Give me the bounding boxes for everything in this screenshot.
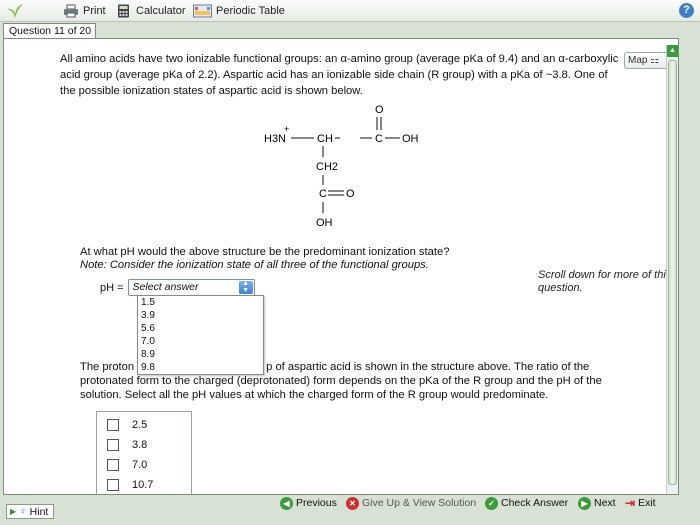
ph-answer-row: pH = Select answer ▲ ▼ [100,279,255,296]
checkbox-option[interactable]: 10.7 [107,479,153,491]
ph-dropdown-list[interactable]: 1.5 3.9 5.6 7.0 8.9 9.8 [137,295,264,375]
bottom-toolbar: ▶ ♀ Hint ◀ Previous ✕ Give Up & View Sol… [0,495,700,525]
check-icon: ✓ [485,496,498,510]
aspartic-acid-structure: O H3N + CH C OH CH2 C O OH [264,99,444,234]
give-up-button[interactable]: ✕ Give Up & View Solution [346,496,476,510]
checkbox-option[interactable]: 2.5 [107,419,147,431]
top-toolbar: Print Calculator Periodic Table ? [0,0,700,22]
map-button[interactable]: Map ⚏ [624,52,670,69]
ph-option[interactable]: 5.6 [138,322,263,335]
structure-top-o: O [375,104,384,116]
structure-c-side: C [319,188,327,200]
ph-select[interactable]: Select answer ▲ ▼ [127,279,255,296]
app-logo-icon [7,4,23,18]
question-content: All amino acids have two ionizable funct… [3,38,679,495]
question-1-text: At what pH would the above structure be … [80,246,450,258]
print-button[interactable]: Print [63,3,106,19]
exit-label: Exit [638,497,656,509]
exit-door-icon: ⇥ [625,496,636,510]
checkbox-label: 3.8 [132,439,148,451]
ph-label: pH = [100,281,124,294]
hint-arrow-icon: ▶ [10,507,17,516]
ph-checkbox-group: 2.5 3.8 7.0 10.7 [96,411,192,494]
checkbox[interactable] [107,439,119,451]
question-2-text-left: The proton [80,361,135,373]
periodic-table-icon [193,4,212,18]
checkbox-label: 7.0 [132,459,148,471]
map-label: Map [628,55,648,66]
ph-option[interactable]: 9.8 [138,361,263,374]
previous-button[interactable]: ◀ Previous [280,496,337,510]
previous-label: Previous [296,497,337,509]
structure-ch2: CH2 [316,161,338,173]
scroll-hint: Scroll down for more of this question. [538,269,672,294]
structure-oh-bottom: OH [316,217,333,229]
exit-button[interactable]: ⇥ Exit [625,496,656,510]
checkbox-label: 10.7 [132,479,154,491]
scroll-up-icon[interactable]: ▲ [667,45,678,57]
calculator-icon [118,4,129,18]
ph-option[interactable]: 1.5 [138,296,263,309]
give-up-icon: ✕ [346,496,359,510]
help-icon[interactable]: ? [679,3,694,18]
periodic-table-label: Periodic Table [216,5,285,17]
checkbox-option[interactable]: 7.0 [107,459,147,471]
check-answer-button[interactable]: ✓ Check Answer [485,496,568,510]
calculator-label: Calculator [136,5,186,17]
print-label: Print [83,5,106,17]
passage-text: All amino acids have two ionizable funct… [60,53,619,97]
give-up-label: Give Up & View Solution [362,497,477,509]
scrollbar-thumb[interactable] [668,60,677,485]
question-counter-tab: Question 11 of 20 [3,23,96,38]
vertical-scrollbar[interactable]: ▲ [666,45,678,494]
ph-option[interactable]: 8.9 [138,348,263,361]
select-arrows-icon[interactable]: ▲ ▼ [238,280,253,294]
question-1: At what pH would the above structure be … [80,246,540,272]
checkbox-option[interactable]: 3.8 [107,439,147,451]
calculator-button[interactable]: Calculator [116,3,186,19]
lightbulb-icon: ♀ [19,506,27,517]
ph-option[interactable]: 3.9 [138,309,263,322]
checkbox-label: 2.5 [132,419,148,431]
next-label: Next [594,497,616,509]
hint-label: Hint [29,505,49,518]
next-arrow-icon: ▶ [578,496,591,510]
next-button[interactable]: ▶ Next [578,496,616,510]
structure-h3n: H3N [264,133,286,145]
structure-ch: CH [317,133,333,145]
structure-plus: + [284,124,289,134]
periodic-table-button[interactable]: Periodic Table [193,3,285,19]
checkbox[interactable] [107,479,119,491]
check-answer-label: Check Answer [501,497,569,509]
structure-oh-right: OH [402,133,419,145]
checkbox[interactable] [107,459,119,471]
map-icon: ⚏ [650,55,660,66]
structure-c: C [375,133,383,145]
printer-icon [64,4,78,18]
question-1-note: Note: Consider the ionization state of a… [80,259,429,271]
checkbox[interactable] [107,419,119,431]
ph-option[interactable]: 7.0 [138,335,263,348]
ph-select-placeholder: Select answer [132,281,199,293]
structure-o-side: O [346,188,355,200]
previous-arrow-icon: ◀ [280,496,293,510]
hint-button[interactable]: ▶ ♀ Hint [6,504,54,519]
